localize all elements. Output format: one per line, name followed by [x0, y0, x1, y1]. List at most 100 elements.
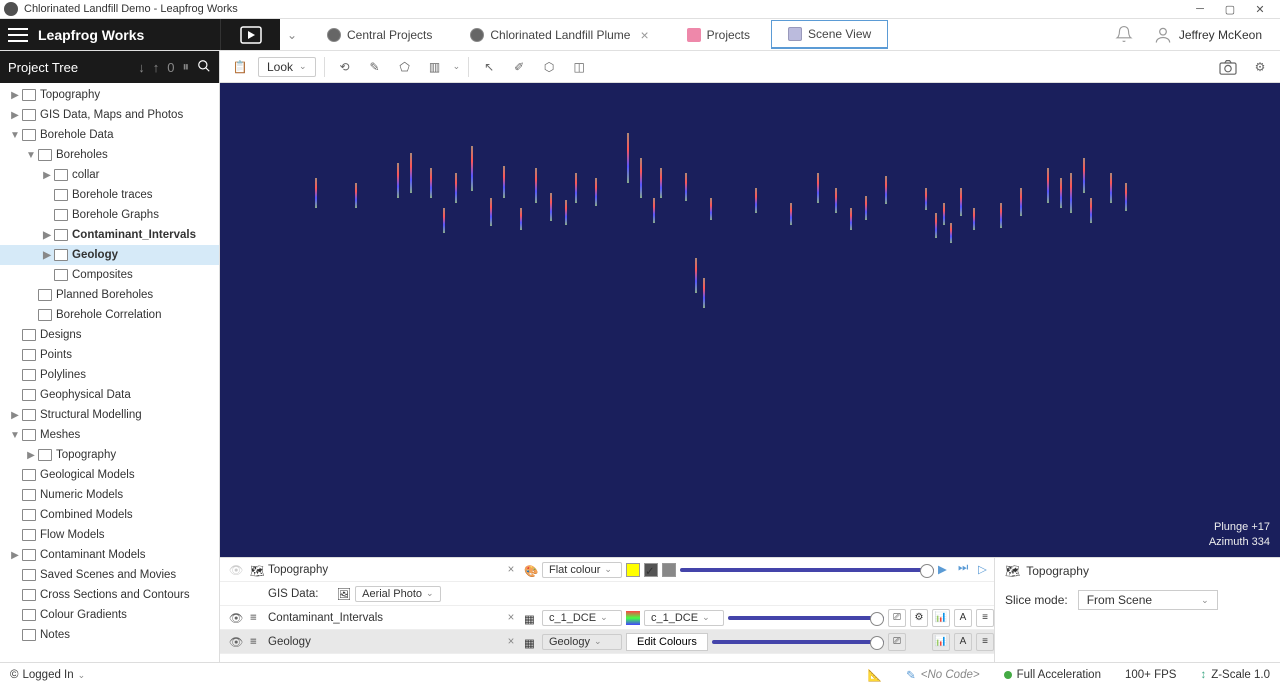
polygon-icon[interactable]: ⬠: [393, 55, 417, 79]
3d-viewport[interactable]: Plunge +17 Azimuth 334: [220, 83, 1280, 557]
expand-icon[interactable]: ▶: [24, 450, 38, 461]
visibility-toggle[interactable]: 👁: [226, 563, 246, 577]
edit-colours-button[interactable]: Edit Colours: [626, 633, 708, 651]
tree-item[interactable]: ▶collar: [0, 165, 219, 185]
nav-tab-3[interactable]: Scene View: [771, 20, 888, 49]
expand-icon[interactable]: ▶: [40, 170, 54, 181]
filter-icon[interactable]: ⎚: [888, 609, 906, 627]
eraser-icon[interactable]: ◫: [567, 55, 591, 79]
tree-item[interactable]: Colour Gradients: [0, 605, 219, 625]
list-icon[interactable]: ≡: [976, 633, 994, 651]
settings-icon[interactable]: ⚙: [1248, 55, 1272, 79]
remove-icon[interactable]: ×: [502, 564, 520, 576]
tree-item[interactable]: ▶GIS Data, Maps and Photos: [0, 105, 219, 125]
border-toggle[interactable]: [662, 563, 676, 577]
tree-item[interactable]: Borehole Graphs: [0, 205, 219, 225]
expand-icon[interactable]: ▶: [40, 230, 54, 241]
tree-item[interactable]: ▶Structural Modelling: [0, 405, 219, 425]
expand-icon[interactable]: ▶: [8, 90, 22, 101]
tree-item[interactable]: Combined Models: [0, 505, 219, 525]
expand-icon[interactable]: ▶: [8, 410, 22, 421]
pen-icon[interactable]: ✐: [507, 55, 531, 79]
chart-icon[interactable]: 📊: [932, 633, 950, 651]
expand-icon[interactable]: ▼: [8, 130, 22, 141]
pencil-icon[interactable]: ✎: [363, 55, 387, 79]
tree-up2-icon[interactable]: ↑: [153, 60, 160, 75]
style-dropdown[interactable]: Geology ⌄: [542, 634, 622, 650]
slice-dropdown[interactable]: ⌄: [453, 61, 461, 72]
play-dropdown[interactable]: ⌄: [280, 19, 304, 50]
clipboard-icon[interactable]: 📋: [228, 55, 252, 79]
opacity-slider[interactable]: [712, 640, 884, 644]
tree-item[interactable]: ▼Meshes: [0, 425, 219, 445]
visibility-toggle[interactable]: 👁: [226, 635, 246, 649]
nav-tab-0[interactable]: Central Projects: [310, 21, 449, 49]
remove-icon[interactable]: ×: [502, 636, 520, 648]
user-avatar-icon[interactable]: [1153, 25, 1173, 45]
look-dropdown[interactable]: Look⌄: [258, 57, 316, 77]
gis-dropdown[interactable]: Aerial Photo ⌄: [355, 586, 440, 602]
tree-item[interactable]: Numeric Models: [0, 485, 219, 505]
close-button[interactable]: ✕: [1254, 3, 1266, 15]
camera-icon[interactable]: [1216, 55, 1240, 79]
tree-item[interactable]: Borehole Correlation: [0, 305, 219, 325]
code-status[interactable]: ✎<No Code>: [906, 668, 979, 682]
tree-item[interactable]: ▶Geology: [0, 245, 219, 265]
nav-tab-1[interactable]: Chlorinated Landfill Plume×: [453, 20, 665, 50]
expand-icon[interactable]: ▼: [24, 150, 38, 161]
shape-row-contaminant[interactable]: 👁 ≡ Contaminant_Intervals × ▦ c_1_DCE ⌄ …: [220, 606, 994, 630]
tree-item[interactable]: Flow Models: [0, 525, 219, 545]
expand-icon[interactable]: ▶: [40, 250, 54, 261]
list-icon[interactable]: ≡: [976, 609, 994, 627]
tree-search-icon[interactable]: [197, 59, 211, 76]
tree-item[interactable]: Geophysical Data: [0, 385, 219, 405]
slice-icon[interactable]: ▥: [423, 55, 447, 79]
tree-item[interactable]: Designs: [0, 325, 219, 345]
shape-row-topography[interactable]: 👁 🗺 Topography × 🎨 Flat colour ⌄ ✓ ▶ ⏭ ▷: [220, 558, 994, 582]
play-icon[interactable]: ▶: [938, 562, 954, 578]
colour-dropdown[interactable]: c_1_DCE ⌄: [644, 610, 724, 626]
tree-item[interactable]: Composites: [0, 265, 219, 285]
tree-item[interactable]: Points: [0, 345, 219, 365]
colour-swatch[interactable]: [626, 563, 640, 577]
remove-icon[interactable]: ×: [502, 612, 520, 624]
tree-item[interactable]: ▶Contaminant Models: [0, 545, 219, 565]
maximize-button[interactable]: ▢: [1224, 3, 1236, 15]
tree-item[interactable]: Notes: [0, 625, 219, 645]
label-icon[interactable]: A: [954, 633, 972, 651]
tree-item[interactable]: Cross Sections and Contours: [0, 585, 219, 605]
tree-item[interactable]: ▼Borehole Data: [0, 125, 219, 145]
tree-item[interactable]: Saved Scenes and Movies: [0, 565, 219, 585]
step-icon[interactable]: ⏭: [958, 562, 974, 578]
settings-icon[interactable]: ⚙: [910, 609, 928, 627]
tree-pause-icon[interactable]: ⏸: [183, 59, 190, 75]
tree-item[interactable]: ▶Topography: [0, 85, 219, 105]
tree-refresh-icon[interactable]: 0: [167, 60, 174, 75]
tree-item[interactable]: ▼Boreholes: [0, 145, 219, 165]
filter-icon[interactable]: ⎚: [888, 633, 906, 651]
tree-item[interactable]: Planned Boreholes: [0, 285, 219, 305]
slice-mode-select[interactable]: From Scene⌄: [1078, 590, 1218, 610]
expand-icon[interactable]: ▶: [8, 550, 22, 561]
style-dropdown[interactable]: Flat colour ⌄: [542, 562, 622, 578]
hamburger-menu[interactable]: [8, 28, 28, 42]
opacity-slider[interactable]: [728, 616, 884, 620]
expand-icon[interactable]: ▼: [8, 430, 22, 441]
label-icon[interactable]: A: [954, 609, 972, 627]
opacity-slider[interactable]: [680, 568, 934, 572]
outline-play-icon[interactable]: ▷: [978, 562, 994, 578]
lasso-icon[interactable]: ⟲: [333, 55, 357, 79]
tree-up-icon[interactable]: ↓: [138, 60, 145, 75]
chart-icon[interactable]: 📊: [932, 609, 950, 627]
tree-item[interactable]: ▶Topography: [0, 445, 219, 465]
tree-item[interactable]: Geological Models: [0, 465, 219, 485]
visibility-toggle[interactable]: 👁: [226, 611, 246, 625]
notifications-icon[interactable]: [1115, 25, 1135, 45]
gradient-swatch[interactable]: [626, 611, 640, 625]
zscale-status[interactable]: ↕Z-Scale 1.0: [1200, 669, 1270, 681]
minimize-button[interactable]: ─: [1194, 3, 1206, 15]
tree-item[interactable]: Polylines: [0, 365, 219, 385]
nav-tab-2[interactable]: Projects: [670, 21, 767, 49]
play-button[interactable]: [220, 19, 280, 50]
tree-item[interactable]: ▶Contaminant_Intervals: [0, 225, 219, 245]
